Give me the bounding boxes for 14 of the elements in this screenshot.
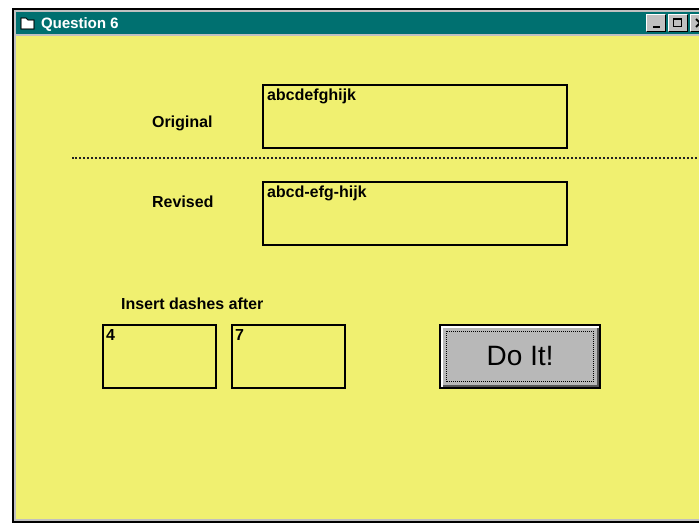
minimize-button[interactable]	[646, 14, 666, 32]
field-label: Original	[152, 114, 212, 132]
number-field[interactable]: 7	[231, 324, 346, 389]
window-title: Question 6	[41, 14, 119, 32]
maximize-icon	[673, 18, 683, 28]
minimize-icon	[652, 26, 660, 28]
dashes-label: Insert dashes after	[121, 296, 264, 314]
do-it-button[interactable]: Do It!	[439, 324, 601, 389]
maximize-button[interactable]	[668, 14, 688, 32]
folder-icon	[20, 16, 36, 30]
field-label: Revised	[152, 194, 214, 212]
number-field[interactable]: 4	[102, 324, 217, 389]
text-field[interactable]: abcdefghijk	[262, 84, 568, 149]
text-field[interactable]: abcd-efg-hijk	[262, 181, 568, 246]
